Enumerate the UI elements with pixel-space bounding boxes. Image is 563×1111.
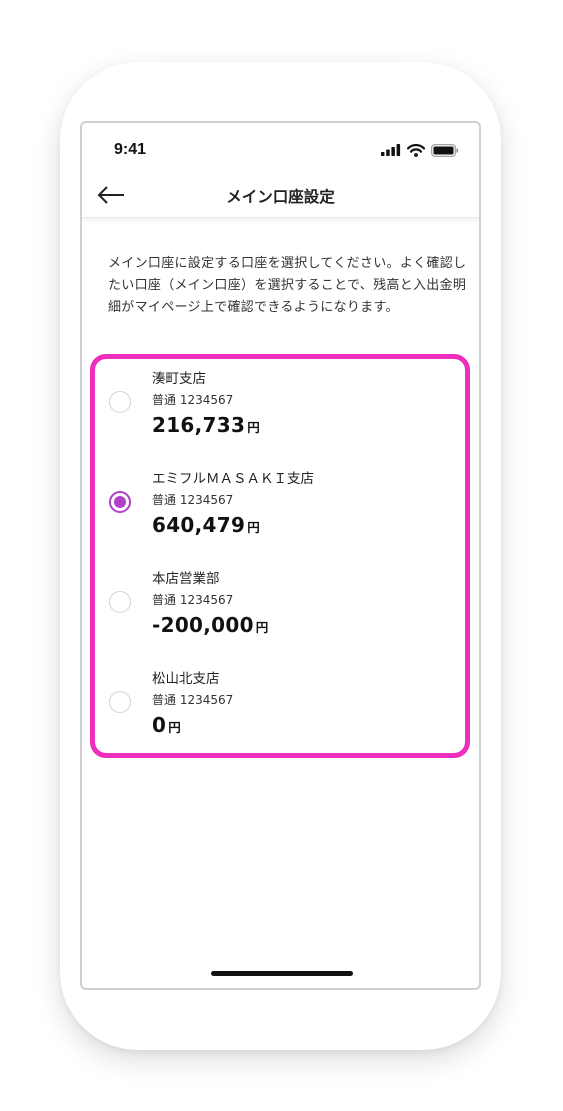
page-title: メイン口座設定 <box>226 188 335 206</box>
branch-name: 本店営業部 <box>152 571 220 587</box>
balance-amount: 640,479 <box>152 513 246 537</box>
currency-unit: 円 <box>247 420 260 435</box>
branch-name: エミフルＭＡＳＡＫＩ支店 <box>152 471 314 487</box>
radio-button[interactable] <box>109 591 131 613</box>
balance: -200,000 円 <box>152 613 268 637</box>
currency-unit: 円 <box>255 620 269 635</box>
balance-amount: -200,000 <box>152 613 254 637</box>
balance: 0円 <box>152 713 181 737</box>
wifi-icon <box>407 143 425 157</box>
status-icons <box>381 143 459 157</box>
home-indicator <box>211 971 353 976</box>
account-option-matsuyama-kita[interactable]: 松山北支店 普通 1234567 0円 <box>95 659 465 749</box>
account-option-minatomachi[interactable]: 湊町支店 普通 1234567 216,733 円 <box>95 359 465 449</box>
radio-button[interactable] <box>109 691 131 713</box>
currency-unit: 円 <box>168 720 181 735</box>
balance-amount: 0 <box>152 713 167 737</box>
account-number: 普通 1234567 <box>152 393 234 407</box>
battery-icon <box>431 143 459 157</box>
balance: 216,733 円 <box>152 413 260 437</box>
status-bar: 9:41 <box>82 123 479 173</box>
account-option-emifull-masaki[interactable]: エミフルＭＡＳＡＫＩ支店 普通 1234567 640,479 円 <box>95 459 465 549</box>
signal-icon <box>381 144 401 156</box>
branch-name: 湊町支店 <box>152 371 206 387</box>
balance: 640,479 円 <box>152 513 260 537</box>
account-number: 普通 1234567 <box>152 693 234 707</box>
instruction-text: メイン口座に設定する口座を選択してください。よく確認したい口座（メイン口座）を選… <box>108 256 467 315</box>
account-number: 普通 1234567 <box>152 493 234 507</box>
status-time: 9:41 <box>114 141 147 158</box>
account-number: 普通 1234567 <box>152 593 234 607</box>
radio-button-selected[interactable] <box>109 491 131 513</box>
account-list: 湊町支店 普通 1234567 216,733 円 エミフルＭＡＳＡＫＩ支店 普通… <box>90 354 470 758</box>
balance-amount: 216,733 <box>152 413 246 437</box>
branch-name: 松山北支店 <box>152 671 220 687</box>
navigation-bar: メイン口座設定 <box>82 173 479 218</box>
account-option-honten[interactable]: 本店営業部 普通 1234567 -200,000 円 <box>95 559 465 649</box>
app-screen: 9:41 メイン口座設定 メイン口座に設定する口座を選択してください。よく確認し… <box>80 121 481 990</box>
radio-button[interactable] <box>109 391 131 413</box>
currency-unit: 円 <box>247 520 260 535</box>
